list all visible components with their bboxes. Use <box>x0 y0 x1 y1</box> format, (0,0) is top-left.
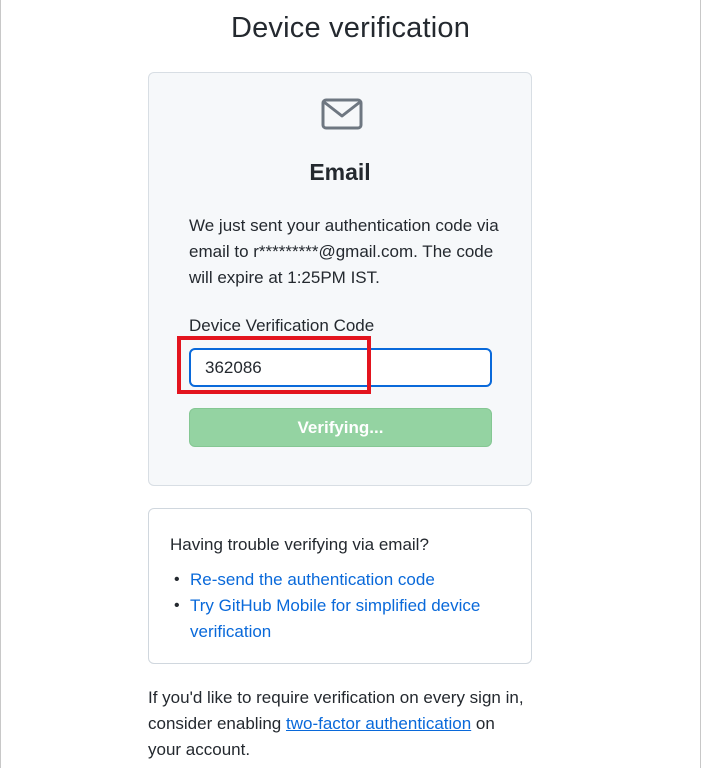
github-mobile-link[interactable]: Try GitHub Mobile for simplified device … <box>190 596 480 641</box>
trouble-options-list: • Re-send the authentication code • Try … <box>170 567 510 645</box>
resend-code-link[interactable]: Re-send the authentication code <box>190 570 435 589</box>
verify-button[interactable]: Verifying... <box>189 408 492 447</box>
page-title: Device verification <box>230 12 471 44</box>
code-sent-message: We just sent your authentication code vi… <box>189 216 499 287</box>
two-factor-note: If you'd like to require verification on… <box>148 685 528 763</box>
two-factor-link[interactable]: two-factor authentication <box>286 714 471 733</box>
verification-card: Email We just sent your authentication c… <box>148 72 532 486</box>
trouble-card: Having trouble verifying via email? • Re… <box>148 508 532 664</box>
bullet-icon: • <box>174 571 180 588</box>
list-item: • Try GitHub Mobile for simplified devic… <box>170 593 510 645</box>
list-item: • Re-send the authentication code <box>170 567 510 593</box>
mail-icon <box>321 98 363 130</box>
bullet-icon: • <box>174 597 180 614</box>
trouble-heading: Having trouble verifying via email? <box>170 535 429 554</box>
card-heading: Email <box>309 159 371 185</box>
verification-code-label: Device Verification Code <box>189 316 375 335</box>
verification-code-input[interactable] <box>189 348 492 387</box>
